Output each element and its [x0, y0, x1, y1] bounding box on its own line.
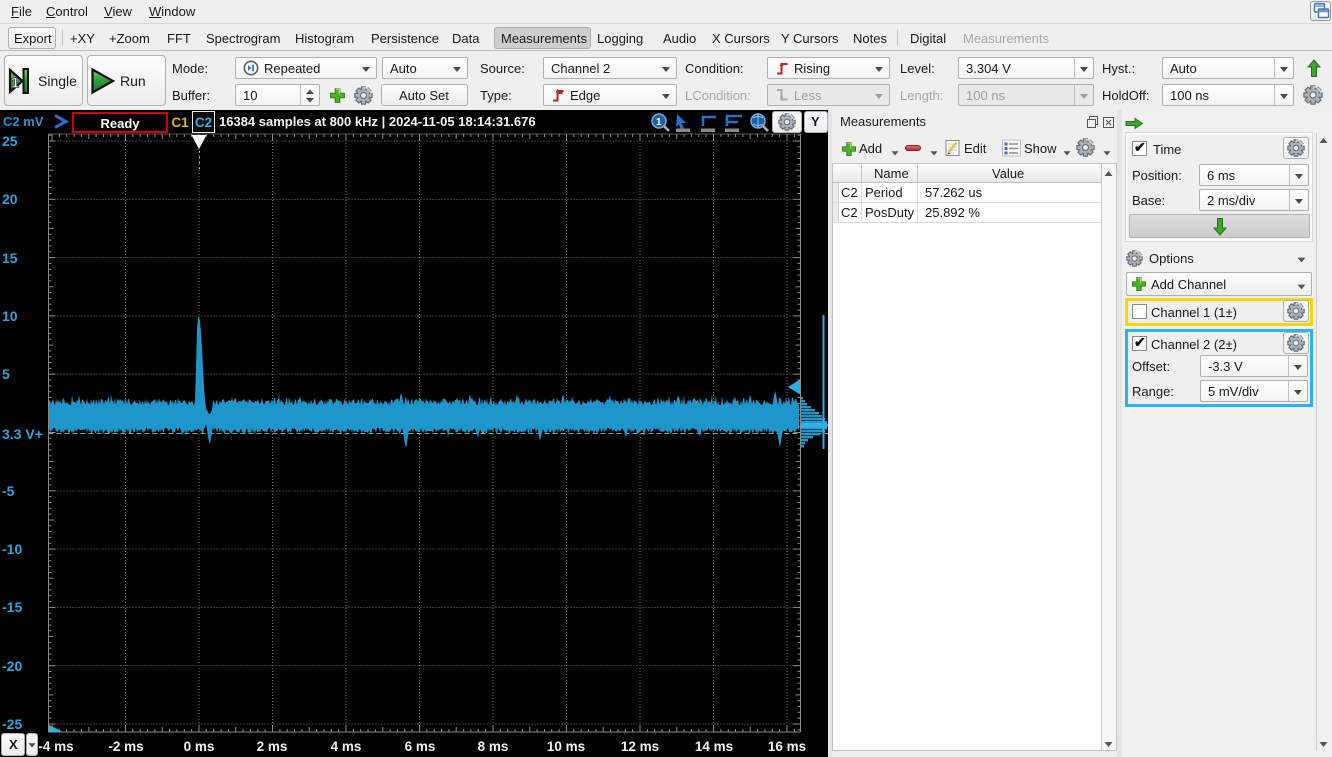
svg-text:8 ms: 8 ms: [478, 739, 509, 754]
svg-text:10: 10: [2, 308, 18, 324]
svg-text:-20: -20: [2, 658, 22, 674]
svg-text:20: 20: [2, 191, 18, 207]
svg-text:25: 25: [2, 133, 18, 149]
svg-text:-2 ms: -2 ms: [108, 739, 143, 754]
svg-text:10 ms: 10 ms: [547, 739, 585, 754]
svg-text:15: 15: [2, 250, 18, 266]
svg-text:1: 1: [11, 75, 19, 92]
svg-text:-5: -5: [2, 483, 15, 499]
svg-text:5: 5: [2, 366, 10, 382]
svg-text:-25: -25: [2, 716, 22, 732]
svg-text:14 ms: 14 ms: [695, 739, 733, 754]
svg-text:-4 ms: -4 ms: [38, 739, 73, 754]
svg-text:3.3 V+: 3.3 V+: [2, 426, 43, 442]
svg-text:6 ms: 6 ms: [405, 739, 436, 754]
svg-text:4 ms: 4 ms: [331, 739, 362, 754]
svg-text:-10: -10: [2, 541, 22, 557]
svg-text:0 ms: 0 ms: [184, 739, 215, 754]
svg-text:12 ms: 12 ms: [621, 739, 659, 754]
svg-text:16 ms: 16 ms: [768, 739, 806, 754]
svg-text:1: 1: [656, 117, 662, 128]
svg-text:2 ms: 2 ms: [257, 739, 288, 754]
svg-text:-15: -15: [2, 599, 22, 615]
